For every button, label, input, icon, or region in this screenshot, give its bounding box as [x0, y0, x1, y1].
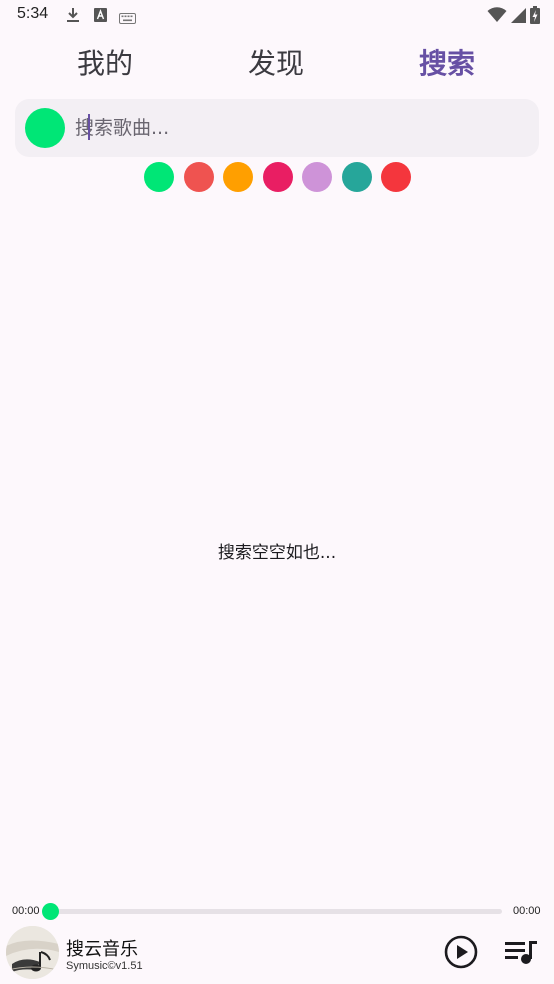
tab-discover[interactable]: 发现: [248, 44, 304, 84]
status-bar: 5:34: [0, 0, 554, 30]
color-swatch-red[interactable]: [183, 162, 214, 192]
queue-music-icon: [505, 941, 537, 964]
color-swatch-pink[interactable]: [262, 162, 293, 192]
status-time: 5:34: [17, 5, 49, 22]
current-time: 00:00: [12, 905, 40, 917]
font-a-icon: [94, 7, 107, 26]
color-swatches: [144, 162, 411, 192]
empty-state-text: 搜索空空如也...: [217, 543, 337, 563]
wifi-icon: [487, 7, 507, 27]
playlist-queue-button[interactable]: [503, 937, 539, 967]
search-bar: [15, 99, 539, 157]
battery-charging-icon: [530, 6, 540, 28]
text-cursor: [88, 114, 90, 140]
keyboard-icon: [119, 9, 136, 28]
color-swatch-teal[interactable]: [341, 162, 372, 192]
play-circle-icon: [444, 935, 478, 969]
song-subtitle: Symusic©v1.51: [66, 960, 143, 972]
progress-thumb[interactable]: [42, 903, 59, 920]
total-time: 00:00: [513, 905, 541, 917]
color-swatch-orange[interactable]: [223, 162, 253, 192]
color-swatch-bright-red[interactable]: [381, 162, 411, 192]
search-color-dot[interactable]: [25, 108, 65, 148]
song-title: 搜云音乐: [66, 939, 138, 960]
progress-track[interactable]: [50, 909, 502, 914]
tab-search[interactable]: 搜索: [419, 44, 475, 84]
search-input[interactable]: [75, 111, 515, 145]
signal-icon: [511, 7, 526, 27]
download-icon: [66, 7, 80, 27]
tab-mine[interactable]: 我的: [77, 44, 133, 84]
album-art[interactable]: [6, 926, 59, 979]
top-tabs: 我的 发现 搜索: [0, 44, 554, 86]
play-button[interactable]: [444, 935, 478, 969]
color-swatch-green[interactable]: [144, 162, 174, 192]
color-swatch-lavender[interactable]: [302, 162, 332, 192]
